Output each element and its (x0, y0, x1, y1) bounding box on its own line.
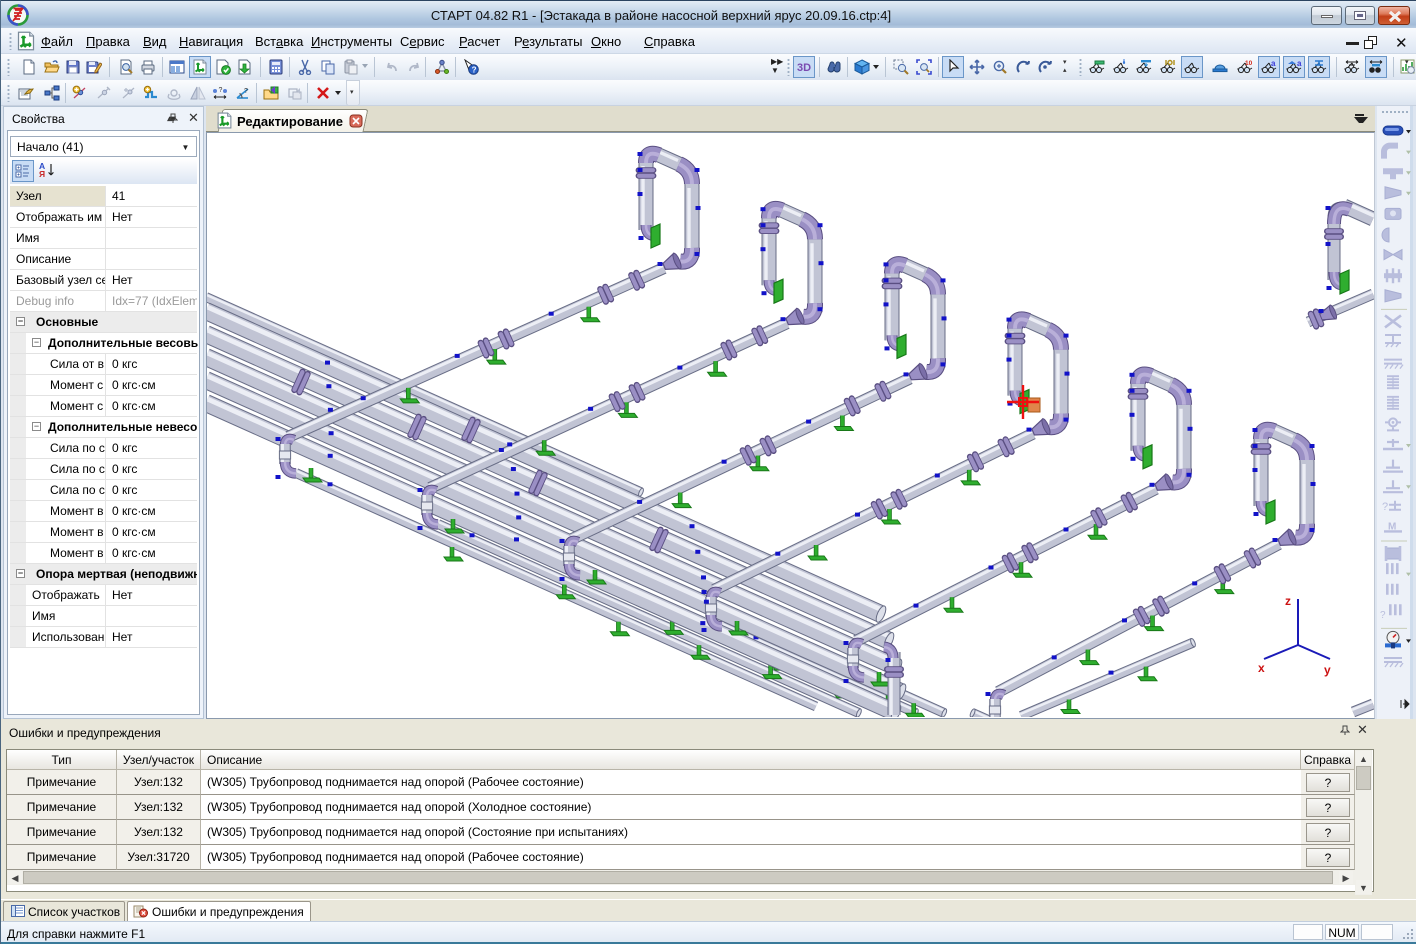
svg-text:Я: Я (39, 169, 45, 179)
svg-text:?: ? (472, 66, 477, 75)
svg-text:y: y (1324, 663, 1331, 677)
svg-text:?: ? (219, 87, 223, 94)
svg-text:3D: 3D (797, 62, 811, 74)
svg-text:x: x (1258, 661, 1265, 675)
svg-text:?: ? (244, 88, 248, 95)
svg-text:?: ? (1380, 610, 1386, 621)
svg-text:a: a (1297, 59, 1302, 68)
svg-text:?: ? (1382, 501, 1388, 513)
svg-text:z: z (1285, 594, 1291, 608)
svg-text:a: a (1271, 59, 1276, 68)
svg-text:10: 10 (1245, 60, 1253, 67)
